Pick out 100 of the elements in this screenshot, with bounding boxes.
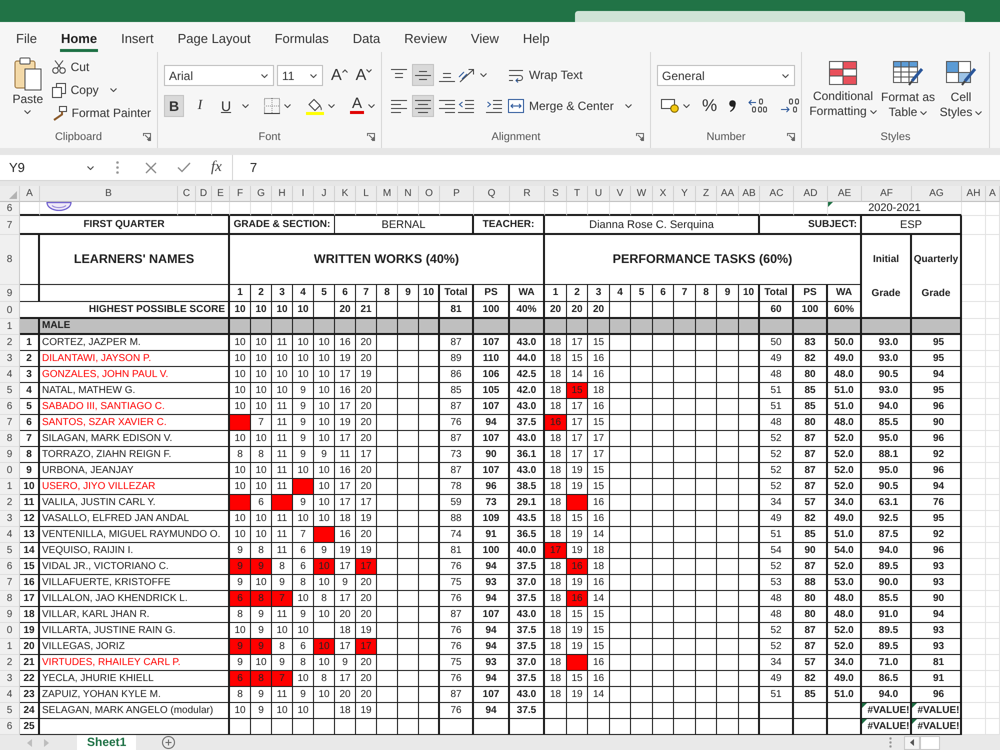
- row-header[interactable]: 5: [0, 383, 20, 399]
- insert-function-button[interactable]: fx: [211, 159, 222, 176]
- grow-font-button[interactable]: A: [331, 66, 348, 84]
- row-header[interactable]: 5: [0, 703, 20, 719]
- caret-icon[interactable]: [870, 110, 877, 114]
- decrease-decimal-button[interactable]: [780, 98, 800, 113]
- italic-button[interactable]: I: [190, 94, 210, 116]
- cell-styles-button[interactable]: Cell Styles: [938, 61, 984, 126]
- menu-tab[interactable]: View: [470, 31, 500, 52]
- align-middle-button[interactable]: [412, 64, 434, 86]
- increase-decimal-button[interactable]: [748, 98, 768, 113]
- row-header[interactable]: 0: [0, 623, 20, 639]
- menu-tab[interactable]: Formulas: [274, 31, 330, 52]
- sheet-tab[interactable]: Sheet1: [77, 735, 136, 750]
- column-header[interactable]: A: [20, 186, 40, 202]
- caret-icon[interactable]: [284, 104, 291, 108]
- percent-style-button[interactable]: %: [702, 96, 718, 116]
- column-header[interactable]: X: [653, 186, 674, 202]
- font-color-button[interactable]: A: [350, 97, 376, 114]
- wrap-text-button[interactable]: Wrap Text: [508, 65, 644, 85]
- row-header[interactable]: 7: [0, 415, 20, 431]
- add-sheet-icon[interactable]: [162, 736, 176, 749]
- column-header[interactable]: M: [377, 186, 398, 202]
- caret-icon[interactable]: [110, 88, 117, 92]
- bold-button[interactable]: B: [164, 94, 184, 116]
- caret-icon[interactable]: [920, 110, 928, 115]
- menu-tab[interactable]: Review: [403, 31, 448, 52]
- caret-icon[interactable]: [310, 74, 317, 78]
- column-header[interactable]: AD: [794, 186, 828, 202]
- formula-input[interactable]: 7: [232, 155, 1000, 180]
- row-header[interactable]: 9: [0, 447, 20, 463]
- name-box[interactable]: Y9: [0, 155, 101, 180]
- caret-icon[interactable]: [683, 104, 690, 108]
- checkmark-icon[interactable]: [177, 162, 191, 173]
- menu-tab[interactable]: File: [15, 31, 38, 52]
- row-header[interactable]: 2: [0, 495, 20, 511]
- column-header[interactable]: AA: [717, 186, 739, 202]
- caret-icon[interactable]: [328, 104, 335, 108]
- row-header[interactable]: 6: [0, 202, 20, 216]
- row-header[interactable]: 9: [0, 285, 20, 302]
- column-header[interactable]: H: [272, 186, 293, 202]
- column-header[interactable]: K: [335, 186, 356, 202]
- column-header[interactable]: S: [545, 186, 567, 202]
- column-header[interactable]: G: [251, 186, 272, 202]
- column-header[interactable]: AC: [760, 186, 794, 202]
- caret-icon[interactable]: [975, 110, 982, 115]
- menu-tab[interactable]: Page Layout: [176, 31, 252, 52]
- row-header[interactable]: 3: [0, 671, 20, 687]
- column-header[interactable]: Y: [674, 186, 696, 202]
- row-header[interactable]: 4: [0, 687, 20, 703]
- row-header[interactable]: 3: [0, 351, 20, 367]
- fill-color-button[interactable]: [306, 96, 335, 114]
- borders-button[interactable]: [264, 98, 291, 114]
- row-header[interactable]: 0: [0, 463, 20, 479]
- column-header[interactable]: A: [986, 186, 1000, 202]
- dialog-launcher-icon[interactable]: [787, 133, 795, 141]
- column-header[interactable]: Z: [696, 186, 717, 202]
- column-header[interactable]: C: [178, 186, 196, 202]
- row-header[interactable]: 8: [0, 431, 20, 447]
- font-name-dropdown[interactable]: Arial: [164, 65, 274, 86]
- caret-icon[interactable]: [24, 110, 32, 114]
- dialog-launcher-icon[interactable]: [143, 133, 151, 141]
- shrink-font-button[interactable]: A: [356, 66, 372, 84]
- row-header[interactable]: 0: [0, 302, 20, 319]
- row-header[interactable]: 8: [0, 591, 20, 607]
- cut-button[interactable]: Cut: [52, 57, 151, 77]
- menu-tab[interactable]: Insert: [120, 31, 155, 52]
- column-header[interactable]: R: [510, 186, 545, 202]
- column-header[interactable]: F: [230, 186, 251, 202]
- copy-button[interactable]: Copy: [52, 80, 151, 100]
- scroll-left-button[interactable]: [904, 736, 920, 750]
- column-header[interactable]: AB: [739, 186, 760, 202]
- row-header[interactable]: 6: [0, 559, 20, 575]
- column-header[interactable]: P: [440, 186, 474, 202]
- caret-icon[interactable]: [368, 104, 376, 108]
- column-header[interactable]: AE: [828, 186, 862, 202]
- column-header[interactable]: B: [40, 186, 178, 202]
- column-header[interactable]: U: [588, 186, 610, 202]
- accounting-format-button[interactable]: [661, 98, 690, 113]
- conditional-formatting-button[interactable]: Conditional Formatting: [808, 61, 878, 126]
- row-header[interactable]: 2: [0, 335, 20, 351]
- caret-icon[interactable]: [261, 74, 268, 78]
- column-header[interactable]: W: [631, 186, 653, 202]
- menu-tab[interactable]: Help: [522, 31, 551, 52]
- row-header[interactable]: 3: [0, 511, 20, 527]
- increase-indent-button[interactable]: [486, 98, 502, 114]
- column-header[interactable]: T: [567, 186, 588, 202]
- horizontal-scrollbar[interactable]: [920, 736, 940, 750]
- caret-icon[interactable]: [87, 166, 94, 170]
- caret-icon[interactable]: [242, 104, 249, 108]
- column-header[interactable]: L: [356, 186, 377, 202]
- column-header[interactable]: D: [196, 186, 212, 202]
- column-header[interactable]: N: [398, 186, 419, 202]
- row-header[interactable]: 1: [0, 319, 20, 335]
- caret-icon[interactable]: [480, 73, 487, 77]
- row-header[interactable]: 6: [0, 719, 20, 735]
- column-header[interactable]: O: [419, 186, 440, 202]
- menu-tab[interactable]: Data: [352, 31, 382, 52]
- decrease-indent-button[interactable]: [458, 98, 474, 114]
- column-header[interactable]: V: [610, 186, 631, 202]
